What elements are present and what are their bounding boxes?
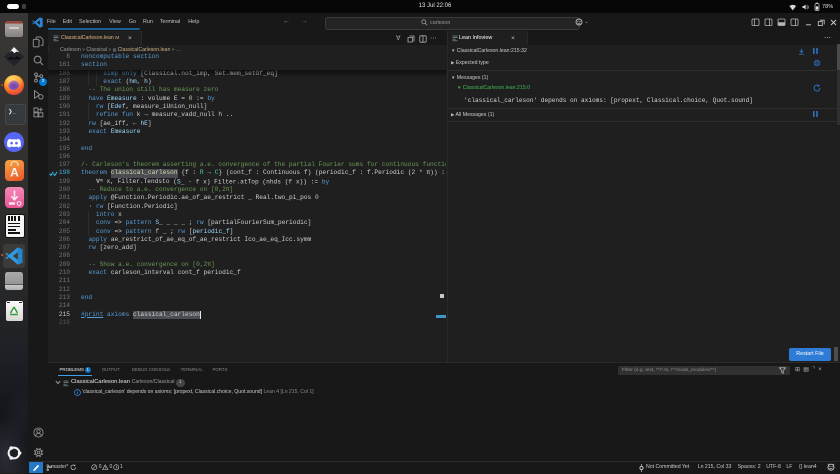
svg-text:A: A <box>10 165 19 179</box>
